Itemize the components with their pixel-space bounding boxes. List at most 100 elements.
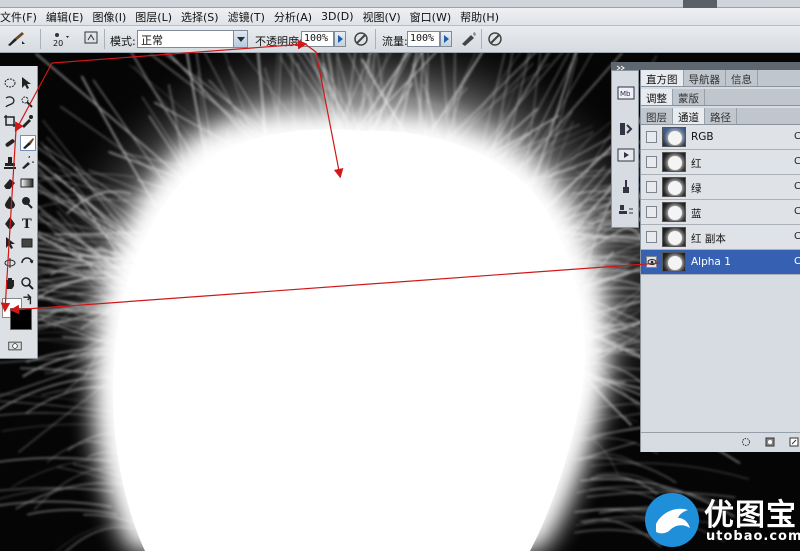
brush-tool-selected[interactable] xyxy=(20,135,36,151)
watermark-bird-logo xyxy=(645,493,699,547)
menu-edit[interactable]: 编辑(E) xyxy=(43,9,90,25)
flow-input[interactable]: 100% xyxy=(407,31,440,47)
visibility-toggle[interactable] xyxy=(646,206,657,218)
channel-thumbnail xyxy=(662,202,686,222)
menu-view[interactable]: 视图(V) xyxy=(360,9,407,25)
hair-strand xyxy=(0,457,114,463)
title-strip xyxy=(0,0,800,8)
options-bar: 20 模式: 正常 不透明度: 100% 流量: 100% xyxy=(0,26,800,53)
svg-text:Mb: Mb xyxy=(620,90,631,98)
opacity-label: 不透明度: xyxy=(255,35,303,48)
chevron-down-icon xyxy=(233,31,247,47)
move-tool-icon[interactable] xyxy=(20,76,34,90)
marquee-tool-icon[interactable] xyxy=(3,76,17,90)
eye-icon xyxy=(647,259,657,265)
visibility-toggle[interactable] xyxy=(646,256,657,268)
load-selection-icon[interactable] xyxy=(741,437,751,447)
eyedropper-tool-icon[interactable] xyxy=(20,114,34,128)
eraser-tool-icon[interactable] xyxy=(3,176,17,190)
menu-help[interactable]: 帮助(H) xyxy=(457,9,505,25)
actions-icon[interactable] xyxy=(617,121,635,137)
brush-panel-icon[interactable] xyxy=(84,30,104,48)
path-selection-tool-icon[interactable] xyxy=(3,236,17,250)
tab-navigator[interactable]: 导航器 xyxy=(684,70,726,86)
visibility-toggle[interactable] xyxy=(646,131,657,143)
airbrush-icon[interactable] xyxy=(459,30,479,48)
healing-brush-tool-icon[interactable] xyxy=(3,136,17,150)
pen-tool-icon[interactable] xyxy=(3,216,17,230)
channel-row-alpha-1[interactable]: Alpha 1 C xyxy=(641,250,800,275)
opacity-input[interactable]: 100% xyxy=(301,31,334,47)
channel-row-rgb[interactable]: RGB C xyxy=(641,125,800,150)
hand-tool-icon[interactable] xyxy=(3,276,17,290)
clone-source-icon[interactable] xyxy=(617,203,635,219)
menu-window[interactable]: 窗口(W) xyxy=(407,9,457,25)
options-separator xyxy=(104,29,105,49)
menu-image[interactable]: 图像(I) xyxy=(89,9,132,25)
quick-selection-tool-icon[interactable] xyxy=(20,95,34,109)
tab-masks[interactable]: 蒙版 xyxy=(673,89,705,105)
tab-layers[interactable]: 图层 xyxy=(641,108,673,124)
quick-mask-icon[interactable] xyxy=(8,339,26,351)
channel-name: Alpha 1 xyxy=(691,256,731,268)
menu-layer[interactable]: 图层(L) xyxy=(132,9,178,25)
channel-thumbnail xyxy=(662,127,686,147)
background-color-swatch[interactable] xyxy=(10,308,32,330)
menu-file[interactable]: 文件(F) xyxy=(0,9,43,25)
tablet-size-icon[interactable] xyxy=(486,30,506,48)
history-brush-tool-icon[interactable] xyxy=(20,153,38,170)
crop-tool-icon[interactable] xyxy=(3,114,17,128)
brush-presets-icon[interactable] xyxy=(617,179,635,195)
tab-histogram[interactable]: 直方图 xyxy=(641,70,684,86)
type-tool-icon[interactable]: T xyxy=(20,216,34,232)
opacity-slider-button[interactable] xyxy=(334,31,346,47)
channel-row-red-copy[interactable]: 红 副本 C xyxy=(641,225,800,250)
channel-name: 蓝 xyxy=(691,208,702,220)
tab-paths[interactable]: 路径 xyxy=(705,108,737,124)
tab-channels[interactable]: 通道 xyxy=(673,108,705,124)
channel-row-red[interactable]: 红 C xyxy=(641,150,800,175)
gradient-tool-icon[interactable] xyxy=(20,176,34,190)
menu-select[interactable]: 选择(S) xyxy=(178,9,225,25)
save-selection-icon[interactable] xyxy=(765,437,775,447)
channel-thumbnail xyxy=(662,227,686,247)
mini-bridge-icon[interactable]: Mb xyxy=(617,85,635,101)
brush-tool-icon[interactable] xyxy=(5,30,25,48)
channel-row-green[interactable]: 绿 C xyxy=(641,175,800,200)
play-icon[interactable] xyxy=(617,147,635,163)
channel-shortcut: C xyxy=(794,206,800,217)
tab-adjustments[interactable]: 调整 xyxy=(641,89,673,105)
watermark-title: 优图宝 xyxy=(704,498,797,533)
new-channel-icon[interactable] xyxy=(789,437,799,447)
channels-panel-tabs: 图层 通道 路径 xyxy=(641,108,800,125)
mode-select[interactable]: 正常 xyxy=(137,30,248,48)
visibility-toggle[interactable] xyxy=(646,156,657,168)
visibility-toggle[interactable] xyxy=(646,231,657,243)
swap-colors-icon[interactable] xyxy=(22,293,32,305)
flow-slider-button[interactable] xyxy=(440,31,452,47)
channels-panel-footer xyxy=(641,432,800,450)
options-separator xyxy=(40,29,41,49)
tab-info[interactable]: 信息 xyxy=(726,70,758,86)
channel-shortcut: C xyxy=(794,256,800,267)
3d-rotate-tool-icon[interactable] xyxy=(3,256,17,270)
zoom-tool-icon[interactable] xyxy=(20,276,34,290)
channel-row-blue[interactable]: 蓝 C xyxy=(641,200,800,225)
visibility-toggle[interactable] xyxy=(646,181,657,193)
watermark-url: utobao.com xyxy=(706,529,800,544)
subject-core xyxy=(112,129,586,551)
blur-tool-icon[interactable] xyxy=(3,195,17,209)
clone-stamp-tool-icon[interactable] xyxy=(3,156,17,170)
channel-thumbnail xyxy=(662,177,686,197)
menu-analysis[interactable]: 分析(A) xyxy=(271,9,318,25)
dodge-tool-icon[interactable] xyxy=(20,195,34,209)
menu-3d[interactable]: 3D(D) xyxy=(318,10,360,23)
channel-name: 红 副本 xyxy=(691,233,726,245)
menu-filter[interactable]: 滤镜(T) xyxy=(225,9,271,25)
rectangle-tool-icon[interactable] xyxy=(20,236,34,250)
3d-orbit-tool-icon[interactable] xyxy=(20,256,34,270)
top-panel-tabs: 直方图 导航器 信息 xyxy=(641,70,800,87)
lasso-tool-icon[interactable] xyxy=(3,95,17,109)
title-strip-button[interactable] xyxy=(683,0,717,8)
tablet-opacity-icon[interactable] xyxy=(352,30,372,48)
